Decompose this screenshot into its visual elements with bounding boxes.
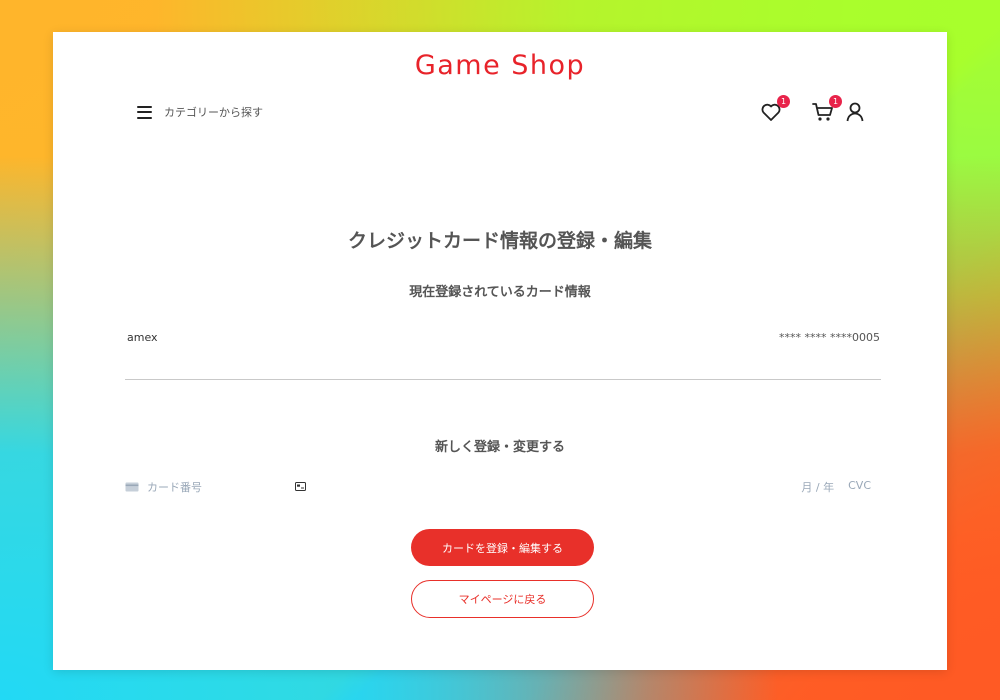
masked-card-number: **** **** ****0005 — [779, 331, 880, 344]
menu-icon[interactable] — [137, 105, 152, 119]
current-card-heading: 現在登録されているカード情報 — [409, 285, 591, 300]
page-title: クレジットカード情報の登録・編集 — [347, 230, 652, 252]
site-logo[interactable]: Game Shop — [53, 50, 947, 81]
card-brand-icon — [295, 482, 306, 491]
new-card-heading: 新しく登録・変更する — [434, 440, 565, 455]
category-label[interactable]: カテゴリーから探す — [164, 104, 263, 120]
cvc-placeholder[interactable]: CVC — [848, 479, 871, 495]
register-card-button[interactable]: カードを登録・編集する — [411, 529, 594, 566]
card-number-placeholder[interactable]: カード番号 — [147, 479, 202, 495]
user-icon — [846, 102, 864, 122]
card-brand: amex — [127, 331, 158, 344]
cart-button[interactable]: 1 — [811, 95, 842, 124]
category-menu[interactable]: カテゴリーから探す — [137, 104, 263, 120]
expiry-placeholder[interactable]: 月 / 年 — [801, 479, 834, 495]
cart-badge: 1 — [829, 95, 842, 108]
credit-card-icon — [125, 482, 139, 492]
current-card-row: amex **** **** ****0005 — [127, 331, 880, 344]
card-input-field[interactable]: カード番号 月 / 年 CVC — [125, 476, 881, 498]
account-button[interactable] — [843, 100, 867, 124]
divider — [125, 379, 881, 380]
header-actions: 1 1 — [759, 95, 867, 124]
page-container: Game Shop カテゴリーから探す 1 1 クレジットカード情報の登録・編集… — [53, 32, 947, 670]
wishlist-badge: 1 — [777, 95, 790, 108]
back-to-mypage-button[interactable]: マイページに戻る — [411, 580, 594, 618]
wishlist-button[interactable]: 1 — [759, 95, 790, 124]
